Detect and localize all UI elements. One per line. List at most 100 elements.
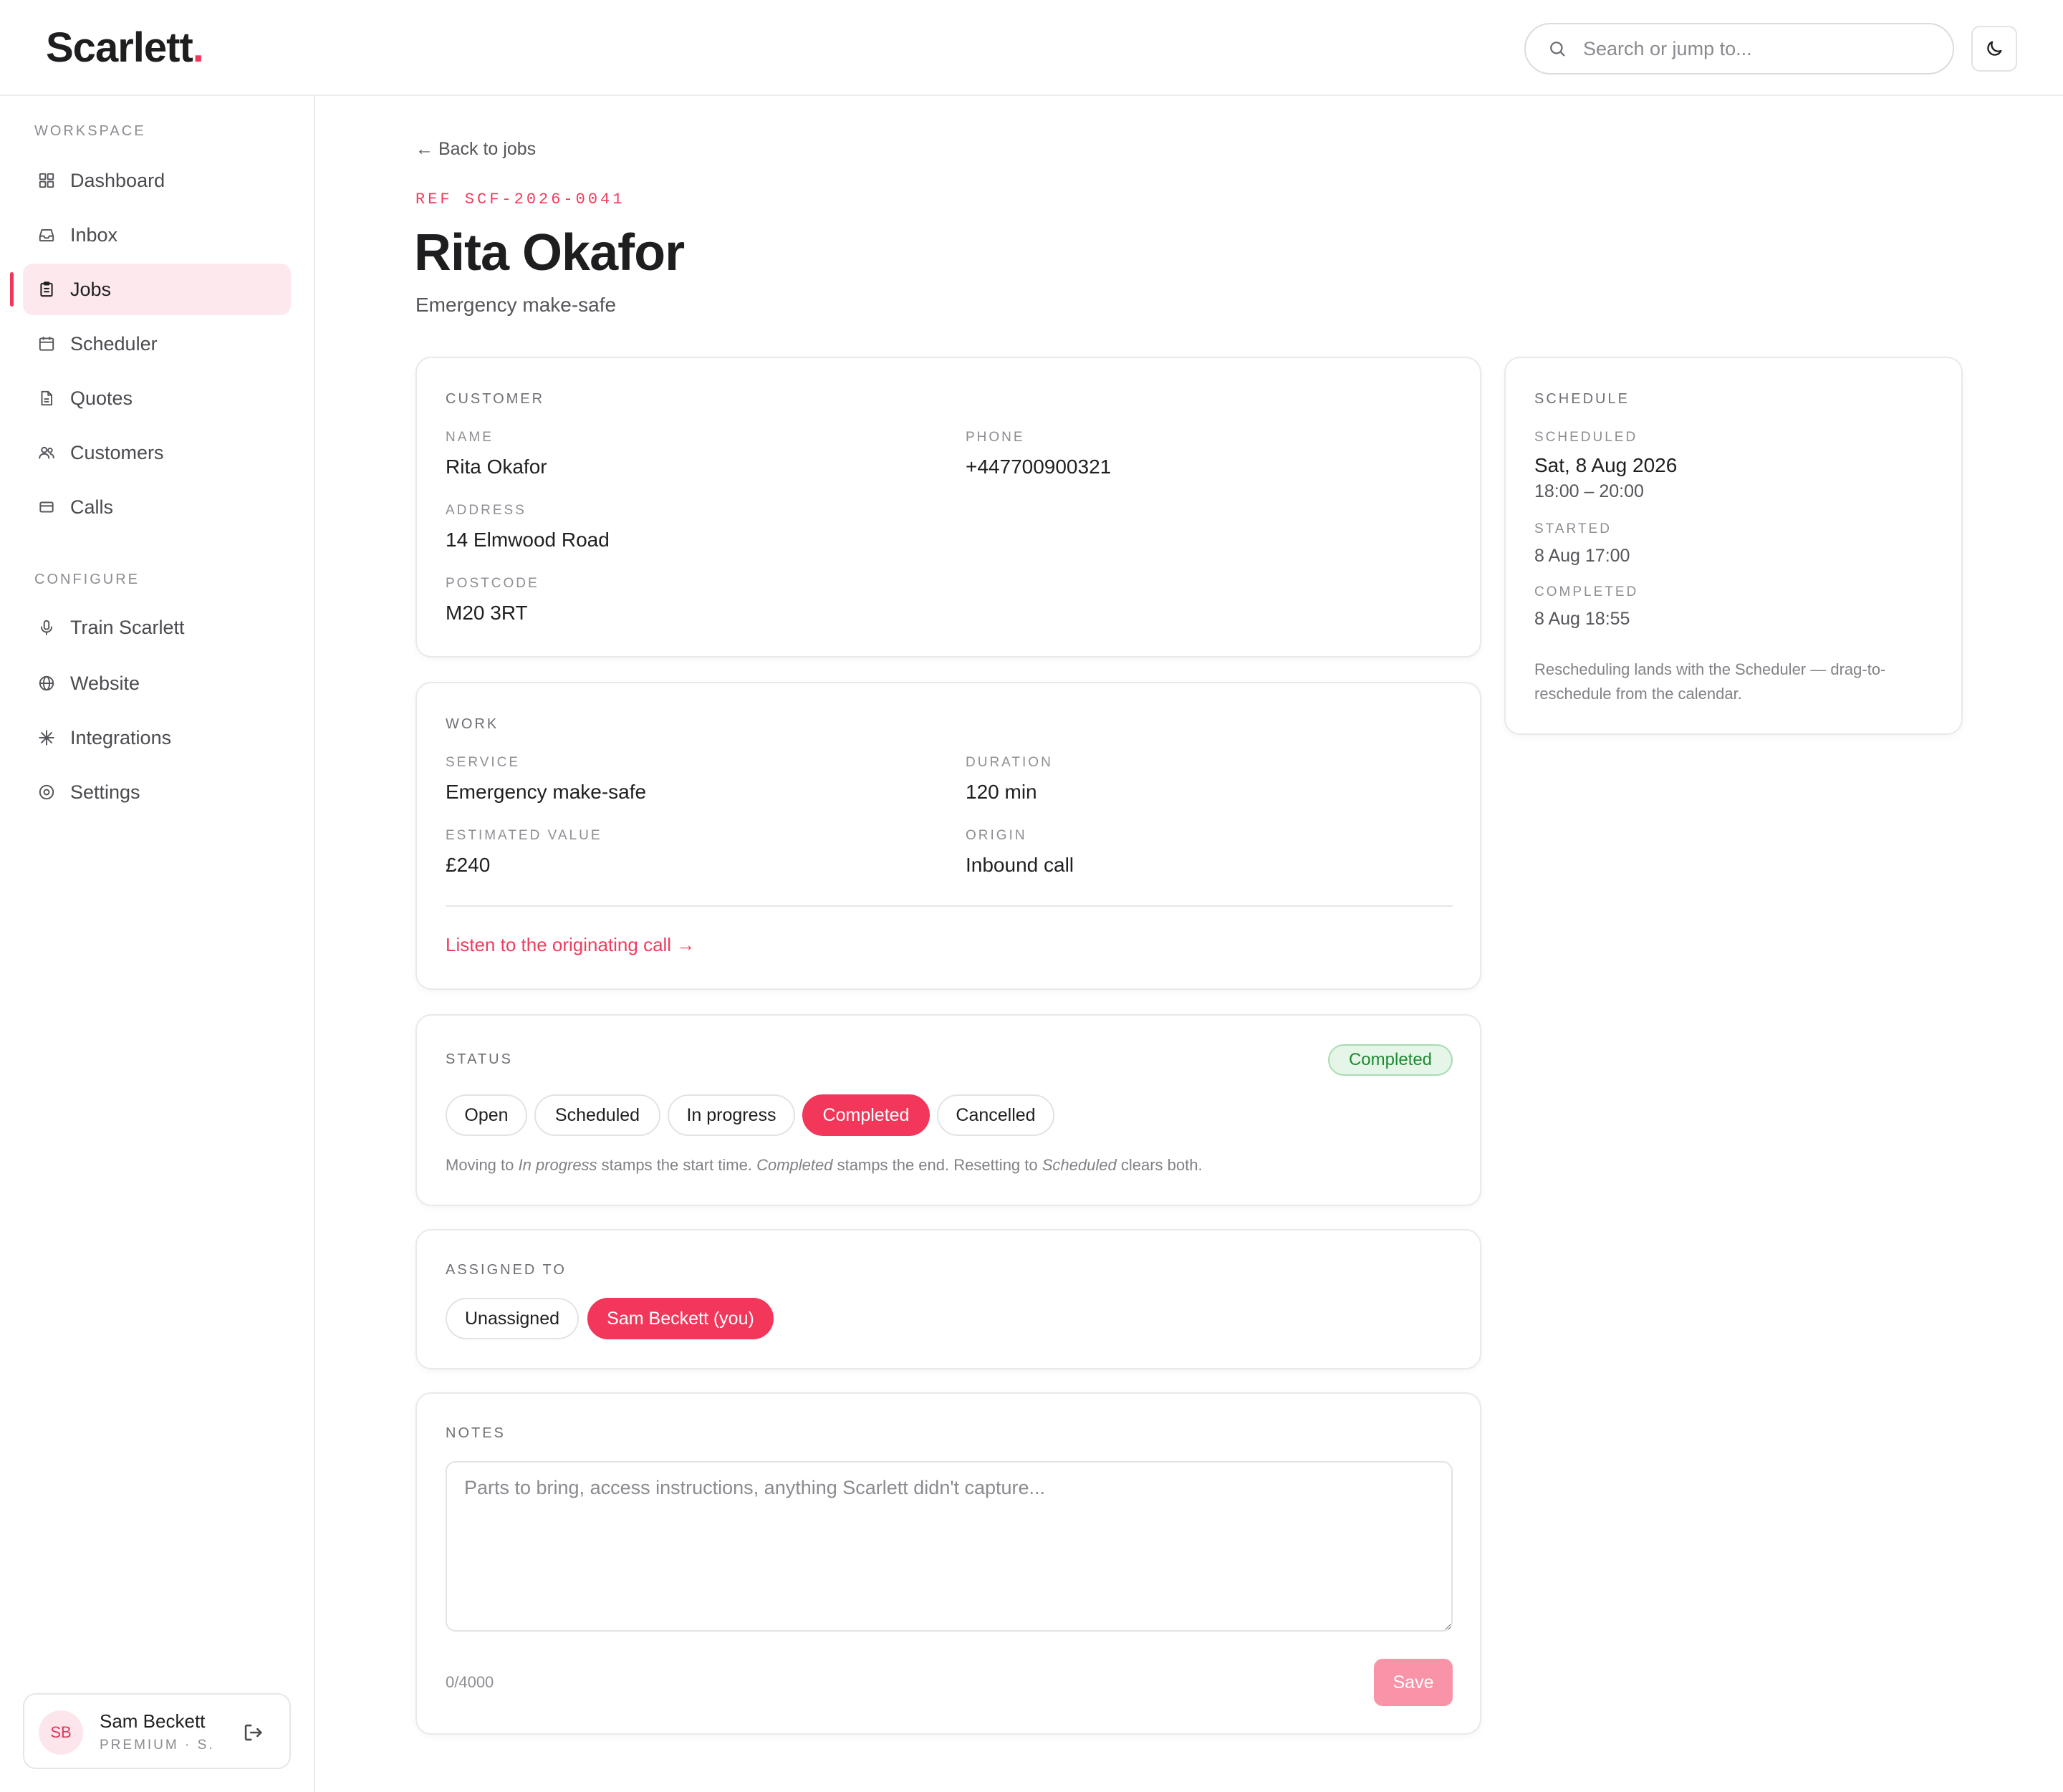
customer-name: Rita Okafor bbox=[446, 456, 547, 478]
sidebar-item-label: Settings bbox=[70, 781, 140, 803]
card-title: WORK bbox=[446, 716, 499, 732]
page-subtitle: Emergency make-safe bbox=[415, 294, 617, 316]
moon-icon bbox=[1987, 41, 2002, 56]
value-label: ESTIMATED VALUE bbox=[446, 828, 602, 843]
user-plan: PREMIUM · S... bbox=[100, 1738, 214, 1753]
phone-label: PHONE bbox=[966, 430, 1025, 445]
users-icon bbox=[36, 442, 57, 463]
customer-phone[interactable]: +447700900321 bbox=[966, 456, 1111, 478]
top-header: Scarlett. bbox=[0, 0, 2063, 96]
sidebar-item-customers[interactable]: Customers bbox=[23, 427, 291, 478]
sidebar-item-label: Scheduler bbox=[70, 332, 158, 355]
sidebar-item-integrations[interactable]: Integrations bbox=[23, 712, 291, 763]
job-reference: REF SCF-2026-0041 bbox=[415, 191, 625, 208]
schedule-note: Rescheduling lands with the Scheduler — … bbox=[1534, 660, 1886, 703]
scheduled-label: SCHEDULED bbox=[1534, 430, 1638, 445]
sidebar: WORKSPACE Dashboard Inbox Jobs Scheduler… bbox=[0, 96, 315, 1792]
page-title: Rita Okafor bbox=[414, 224, 685, 281]
work-service: Emergency make-safe bbox=[446, 781, 647, 803]
sidebar-item-inbox[interactable]: Inbox bbox=[23, 209, 291, 261]
save-button[interactable]: Save bbox=[1374, 1659, 1453, 1706]
assigned-card: ASSIGNED TO Unassigned Sam Beckett (you) bbox=[415, 1229, 1481, 1369]
customer-address: 14 Elmwood Road bbox=[446, 529, 610, 551]
sidebar-item-label: Dashboard bbox=[70, 169, 165, 191]
microphone-icon bbox=[36, 617, 57, 638]
origin-label: ORIGIN bbox=[966, 828, 1027, 843]
work-duration: 120 min bbox=[966, 781, 1037, 803]
status-card: STATUS Completed Open Scheduled In progr… bbox=[415, 1014, 1481, 1206]
customer-card: CUSTOMER NAME Rita Okafor PHONE +4477009… bbox=[415, 357, 1481, 657]
back-to-jobs-link[interactable]: ← Back to jobs bbox=[415, 139, 536, 160]
completed-time: 8 Aug 18:55 bbox=[1534, 609, 1630, 629]
sidebar-item-dashboard[interactable]: Dashboard bbox=[23, 155, 291, 206]
theme-toggle-button[interactable] bbox=[1971, 26, 2017, 72]
status-badge: Completed bbox=[1328, 1044, 1453, 1076]
customer-postcode: M20 3RT bbox=[446, 602, 528, 624]
scheduled-date: Sat, 8 Aug 2026 bbox=[1534, 454, 1678, 476]
grid-icon bbox=[36, 170, 57, 191]
sidebar-item-settings[interactable]: Settings bbox=[23, 766, 291, 818]
sidebar-item-website[interactable]: Website bbox=[23, 657, 291, 709]
assign-option-sam-beckett[interactable]: Sam Beckett (you) bbox=[587, 1298, 774, 1339]
divider bbox=[446, 905, 1453, 907]
sidebar-item-label: Customers bbox=[70, 441, 164, 463]
assign-option-unassigned[interactable]: Unassigned bbox=[446, 1298, 579, 1339]
sparkle-icon bbox=[36, 727, 57, 748]
app-root: Scarlett. WORKSPACE Dashboard Inbox Jobs… bbox=[0, 0, 2063, 1792]
notes-card: NOTES 0/4000 Save bbox=[415, 1392, 1481, 1735]
name-label: NAME bbox=[446, 430, 494, 445]
search-icon bbox=[1550, 42, 1565, 57]
status-option-completed[interactable]: Completed bbox=[802, 1094, 930, 1136]
section-label-workspace: WORKSPACE bbox=[34, 123, 146, 139]
card-title: STATUS bbox=[446, 1051, 513, 1067]
sidebar-item-train-scarlett[interactable]: Train Scarlett bbox=[23, 602, 291, 653]
sidebar-item-label: Calls bbox=[70, 496, 114, 518]
brand-logo[interactable]: Scarlett. bbox=[46, 23, 204, 73]
card-title: SCHEDULE bbox=[1534, 391, 1630, 407]
sidebar-item-label: Quotes bbox=[70, 387, 133, 409]
schedule-card: SCHEDULE SCHEDULED Sat, 8 Aug 2026 18:00… bbox=[1504, 357, 1963, 735]
sidebar-item-calls[interactable]: Calls bbox=[23, 481, 291, 533]
sidebar-item-label: Jobs bbox=[70, 278, 112, 300]
sidebar-item-jobs[interactable]: Jobs bbox=[23, 264, 291, 315]
search-bar[interactable] bbox=[1524, 23, 1954, 74]
sidebar-item-label: Integrations bbox=[70, 726, 172, 748]
logout-icon[interactable] bbox=[241, 1720, 265, 1745]
notes-counter: 0/4000 bbox=[446, 1673, 494, 1691]
sidebar-item-quotes[interactable]: Quotes bbox=[23, 372, 291, 424]
work-origin: Inbound call bbox=[966, 854, 1074, 876]
user-card[interactable]: SB Sam Beckett PREMIUM · S... bbox=[23, 1693, 291, 1769]
service-label: SERVICE bbox=[446, 755, 521, 770]
started-time: 8 Aug 17:00 bbox=[1534, 546, 1630, 566]
globe-icon bbox=[36, 673, 57, 694]
card-title: CUSTOMER bbox=[446, 391, 545, 407]
work-value: £240 bbox=[446, 854, 491, 876]
duration-label: DURATION bbox=[966, 755, 1053, 770]
work-card: WORK SERVICE Emergency make-safe DURATIO… bbox=[415, 682, 1481, 990]
section-label-configure: CONFIGURE bbox=[34, 572, 140, 587]
postcode-label: POSTCODE bbox=[446, 576, 539, 591]
sidebar-item-label: Inbox bbox=[70, 223, 118, 246]
originating-call-link[interactable]: Listen to the originating call → bbox=[446, 934, 695, 956]
status-option-open[interactable]: Open bbox=[446, 1094, 527, 1136]
inbox-icon bbox=[36, 224, 57, 246]
document-icon bbox=[36, 387, 57, 409]
sidebar-item-scheduler[interactable]: Scheduler bbox=[23, 318, 291, 370]
card-title: ASSIGNED TO bbox=[446, 1262, 567, 1278]
active-indicator bbox=[10, 272, 14, 307]
scheduled-time: 18:00 – 20:00 bbox=[1534, 481, 1644, 501]
address-label: ADDRESS bbox=[446, 503, 526, 518]
sidebar-item-label: Website bbox=[70, 672, 140, 694]
status-option-cancelled[interactable]: Cancelled bbox=[937, 1094, 1054, 1136]
notes-textarea[interactable] bbox=[446, 1461, 1453, 1632]
settings-icon bbox=[36, 781, 57, 803]
card-title: NOTES bbox=[446, 1425, 506, 1441]
avatar: SB bbox=[39, 1710, 83, 1755]
status-option-scheduled[interactable]: Scheduled bbox=[534, 1094, 660, 1136]
search-input[interactable] bbox=[1583, 37, 1927, 60]
started-label: STARTED bbox=[1534, 521, 1612, 536]
status-hint: Moving to In progress stamps the start t… bbox=[446, 1156, 1203, 1174]
status-option-in-progress[interactable]: In progress bbox=[668, 1094, 795, 1136]
user-name: Sam Beckett bbox=[100, 1710, 206, 1732]
calendar-icon bbox=[36, 333, 57, 355]
